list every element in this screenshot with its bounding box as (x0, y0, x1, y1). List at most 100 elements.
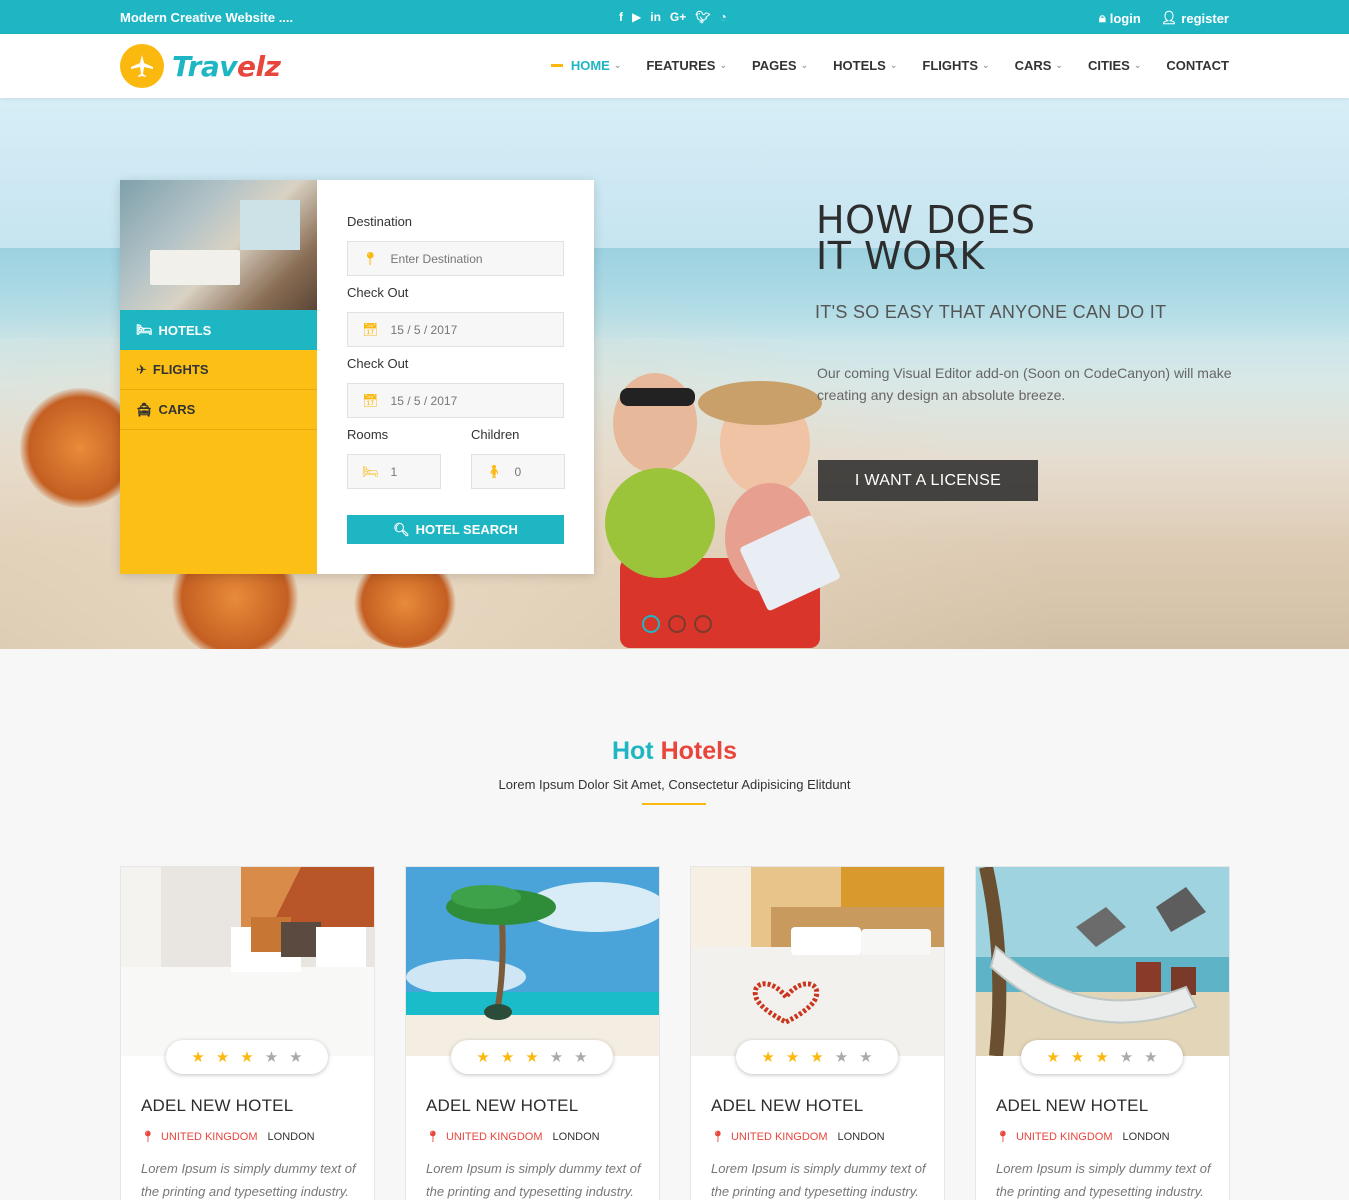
star-icon: ★ (549, 1049, 564, 1066)
rooms-input[interactable]: 🛏︎ 1 (347, 454, 441, 489)
rooms-value: 1 (390, 464, 398, 479)
register-label: register (1181, 10, 1229, 26)
hotel-name[interactable]: ADEL NEW HOTEL (426, 1096, 578, 1116)
nav-item-contact[interactable]: CONTACT (1166, 58, 1229, 73)
register-link[interactable]: 👤︎ register (1161, 10, 1229, 26)
room-window (240, 200, 300, 250)
rating-stars: ★ ★ ★ ★ ★ (736, 1040, 898, 1074)
youtube-icon[interactable]: ▶ (632, 9, 641, 25)
star-icon: ★ (289, 1049, 303, 1066)
linkedin-icon[interactable]: in (650, 9, 661, 25)
hotel-country: UNITED KINGDOM (445, 1130, 543, 1143)
nav-label: CONTACT (1166, 58, 1229, 73)
tab-label: FLIGHTS (152, 362, 209, 377)
star-icon: ★ (859, 1049, 873, 1066)
hero-description: Our coming Visual Editor add-on (Soon on… (817, 365, 1232, 403)
nav-item-flights[interactable]: FLIGHTS ⌄ (922, 58, 989, 73)
google-plus-icon[interactable]: G+ (670, 9, 686, 25)
star-icon: ★ (1119, 1049, 1134, 1066)
logo-main: Trav (172, 49, 237, 83)
hotel-city: LONDON (267, 1130, 315, 1143)
destination-label: Destination (347, 214, 413, 229)
tab-label: HOTELS (158, 322, 212, 338)
twitter-icon[interactable]: 🐦︎ (695, 9, 710, 25)
hotel-card[interactable]: ★ ★ ★ ★ ★ ADEL NEW HOTEL 📍︎ UNITED KINGD… (690, 866, 945, 1200)
nav-item-pages[interactable]: PAGES ⌄ (752, 58, 808, 73)
bed-icon: 🛏︎ (362, 463, 379, 479)
tab-flights[interactable]: ✈︎ FLIGHTS (120, 350, 317, 390)
hotel-name[interactable]: ADEL NEW HOTEL (141, 1096, 293, 1116)
star-icon: ★ (810, 1049, 824, 1066)
search-widget: 🛏︎ HOTELS ✈︎ FLIGHTS 🚖︎ CARS Destination… (120, 180, 594, 574)
nav-menu: HOME ⌄ FEATURES ⌄ PAGES ⌄ HOTELS ⌄ FLIGHTS ⌄ … (551, 58, 1229, 73)
star-icon: ★ (834, 1049, 849, 1066)
login-label: login (1109, 10, 1141, 26)
destination-input[interactable]: 📍︎ Enter Destination (347, 241, 564, 276)
star-icon: ★ (191, 1049, 205, 1066)
slider-dot-3[interactable] (694, 615, 712, 633)
star-icon: ★ (215, 1049, 230, 1066)
nav-item-home[interactable]: HOME ⌄ (551, 58, 622, 73)
section-title-part2: Hotels (660, 737, 737, 765)
checkout-label: Check Out (347, 356, 409, 371)
plane-icon (120, 44, 164, 88)
nav-label: HOME (570, 58, 610, 73)
hotel-card[interactable]: ★ ★ ★ ★ ★ ADEL NEW HOTEL 📍︎ UNITED KINGD… (120, 866, 375, 1200)
checkout-value: 15 / 5 / 2017 (390, 393, 458, 408)
hotel-city: LONDON (1122, 1130, 1170, 1143)
hotel-card[interactable]: ★ ★ ★ ★ ★ ADEL NEW HOTEL 📍︎ UNITED KINGD… (975, 866, 1230, 1200)
tab-cars[interactable]: 🚖︎ CARS (120, 390, 317, 430)
map-marker-icon: 📍︎ (711, 1131, 725, 1143)
chevron-down-icon: ⌄ (1055, 60, 1063, 70)
plane-icon: ✈︎ (136, 361, 147, 377)
checkout-date-input[interactable]: 📅︎ 15 / 5 / 2017 (347, 383, 564, 418)
star-icon: ★ (1095, 1049, 1109, 1066)
calendar-icon: 📅︎ (362, 321, 379, 337)
tab-label: CARS (158, 402, 196, 417)
hotel-country: UNITED KINGDOM (730, 1130, 828, 1143)
hotel-search-button[interactable]: 🔍︎ HOTEL SEARCH (347, 515, 564, 544)
hotel-image (976, 867, 1229, 1056)
tab-hotels[interactable]: 🛏︎ HOTELS (120, 310, 317, 350)
map-marker-icon: 📍︎ (141, 1131, 155, 1143)
nav-item-features[interactable]: FEATURES ⌄ (646, 58, 727, 73)
children-input[interactable]: 🧍︎ 0 (471, 454, 565, 489)
nav-item-cars[interactable]: CARS ⌄ (1015, 58, 1063, 73)
hotel-card[interactable]: ★ ★ ★ ★ ★ ADEL NEW HOTEL 📍︎ UNITED KINGD… (405, 866, 660, 1200)
nav-label: PAGES (752, 58, 797, 73)
logo-text: Travelz (172, 49, 281, 83)
hotel-location: 📍︎ UNITED KINGDOM LONDON (426, 1130, 600, 1144)
nav-label: CARS (1014, 58, 1052, 73)
taxi-icon: 🚖︎ (136, 401, 153, 417)
star-icon: ★ (1070, 1049, 1085, 1066)
nav-item-hotels[interactable]: HOTELS ⌄ (833, 58, 897, 73)
star-icon: ★ (1144, 1049, 1158, 1066)
star-icon: ★ (240, 1049, 254, 1066)
hero-subtitle: IT'S SO EASY THAT ANYONE CAN DO IT (815, 302, 1167, 322)
hero-title-line1: HOW DOES (816, 198, 1036, 242)
chevron-down-icon: ⌄ (889, 60, 898, 70)
license-button[interactable]: I WANT A LICENSE (818, 460, 1038, 501)
checkin-value: 15 / 5 / 2017 (390, 322, 458, 337)
star-icon: ★ (1046, 1049, 1060, 1066)
hotel-name[interactable]: ADEL NEW HOTEL (711, 1096, 863, 1116)
rating-stars: ★ ★ ★ ★ ★ (166, 1040, 328, 1074)
nav-item-cities[interactable]: CITIES ⌄ (1088, 58, 1141, 73)
checkin-date-input[interactable]: 📅︎ 15 / 5 / 2017 (347, 312, 564, 347)
search-tabs-panel: 🛏︎ HOTELS ✈︎ FLIGHTS 🚖︎ CARS (120, 180, 317, 574)
login-link[interactable]: 🔒︎ login (1099, 10, 1141, 26)
chevron-down-icon: ⌄ (613, 60, 622, 70)
nav-label: FLIGHTS (922, 58, 979, 73)
top-bar: Modern Creative Website .... f ▶ in G+ 🐦… (0, 0, 1349, 34)
hotel-name[interactable]: ADEL NEW HOTEL (996, 1096, 1148, 1116)
logo[interactable]: Travelz (120, 44, 281, 88)
hotel-description: Lorem Ipsum is simply dummy text of the … (711, 1161, 926, 1199)
rss-icon[interactable]: ◔ (719, 9, 726, 25)
hero-slider: 🛏︎ HOTELS ✈︎ FLIGHTS 🚖︎ CARS Destination… (0, 98, 1349, 649)
section-title: Hot Hotels (0, 737, 1349, 766)
slider-dot-1[interactable] (642, 615, 660, 633)
hotel-location: 📍︎ UNITED KINGDOM LONDON (141, 1130, 315, 1144)
facebook-icon[interactable]: f (619, 9, 623, 25)
slider-dot-2[interactable] (668, 615, 686, 633)
room-bed (150, 250, 240, 285)
